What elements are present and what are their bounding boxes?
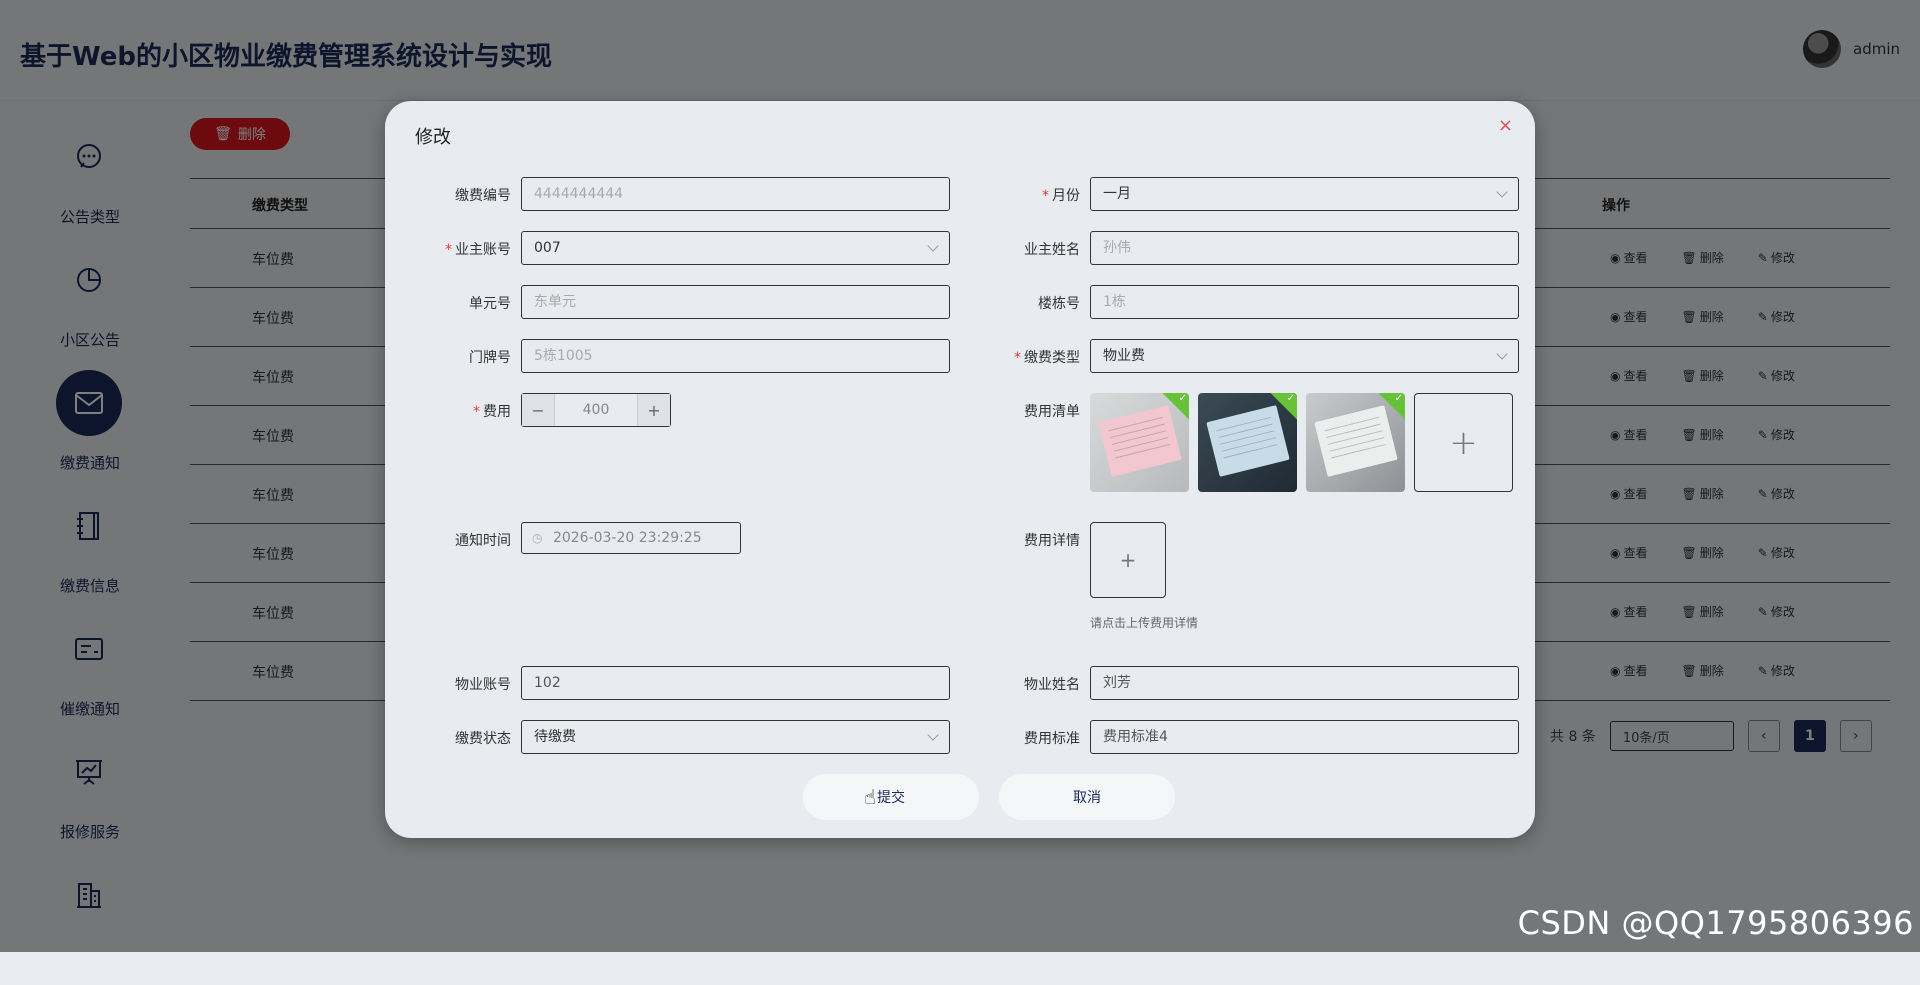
owner-name-field: 业主姓名 孙伟 <box>1024 231 1519 265</box>
month-label-wrap: * 月份 <box>1042 185 1080 205</box>
property-account-field: 物业账号 102 <box>455 666 950 700</box>
cancel-button[interactable]: 取消 <box>999 774 1175 820</box>
property-name-field: 物业姓名 刘芳 <box>1024 666 1519 700</box>
fee-no-input[interactable]: 4444444444 <box>521 177 950 211</box>
property-account-input[interactable]: 102 <box>521 666 950 700</box>
pay-status-select[interactable]: 待缴费 <box>521 720 950 754</box>
door-no-label: 门牌号 <box>469 350 511 366</box>
notify-time-label: 通知时间 <box>455 533 511 549</box>
owner-account-label: 业主账号 <box>455 242 511 258</box>
required-mark: * <box>1014 350 1021 366</box>
fee-standard-field: 费用标准 费用标准4 <box>1024 720 1519 754</box>
fee-detail-hint: 请点击上传费用详情 <box>1090 616 1199 630</box>
fee-type-label: 缴费类型 <box>1024 350 1080 366</box>
fee-type-label-wrap: * 缴费类型 <box>1014 347 1080 367</box>
dialog-title: 修改 <box>415 127 451 148</box>
owner-account-value: 007 <box>534 240 561 256</box>
fee-no-label: 缴费编号 <box>455 188 511 204</box>
close-icon[interactable]: × <box>1498 115 1513 136</box>
edit-dialog: 修改 × 缴费编号 4444444444 * 月份 一月 * 业主账号 007 业主… <box>385 101 1535 838</box>
fee-detail-upload-button[interactable]: + <box>1090 522 1166 598</box>
check-icon: ✓ <box>1286 393 1295 404</box>
month-value: 一月 <box>1103 186 1131 202</box>
fee-label: 费用 <box>483 404 511 420</box>
required-mark: * <box>1042 188 1049 204</box>
chevron-down-icon <box>1496 348 1508 360</box>
fee-list-upload-button[interactable]: + <box>1414 393 1513 492</box>
increment-button[interactable]: + <box>637 394 670 426</box>
fee-list-field: 费用清单 ✓ ✓ ✓ + <box>1024 393 1519 492</box>
month-field: * 月份 一月 <box>1042 177 1519 211</box>
owner-account-label-wrap: * 业主账号 <box>445 239 511 259</box>
fee-type-select[interactable]: 物业费 <box>1090 339 1519 373</box>
building-no-input[interactable]: 1栋 <box>1090 285 1519 319</box>
chevron-down-icon <box>927 240 939 252</box>
check-icon: ✓ <box>1178 393 1187 404</box>
notify-time-field: 通知时间 ◷ 2026-03-20 23:29:25 <box>455 522 741 556</box>
fee-list-label: 费用清单 <box>1024 404 1080 420</box>
month-label: 月份 <box>1052 188 1080 204</box>
owner-account-select[interactable]: 007 <box>521 231 950 265</box>
unit-no-field: 单元号 东单元 <box>469 285 950 319</box>
property-account-label: 物业账号 <box>455 677 511 693</box>
fee-standard-input[interactable]: 费用标准4 <box>1090 720 1519 754</box>
door-no-field: 门牌号 5栋1005 <box>469 339 950 373</box>
fee-value[interactable]: 400 <box>555 394 637 426</box>
fee-detail-field: 费用详情 + 请点击上传费用详情 <box>1024 522 1519 632</box>
notify-time-value: 2026-03-20 23:29:25 <box>552 530 702 546</box>
month-select[interactable]: 一月 <box>1090 177 1519 211</box>
fee-label-wrap: * 费用 <box>473 401 511 421</box>
required-mark: * <box>445 242 452 258</box>
property-name-label: 物业姓名 <box>1024 677 1080 693</box>
fee-standard-label: 费用标准 <box>1024 731 1080 747</box>
receipt-image-blue <box>1206 405 1290 477</box>
pay-status-label: 缴费状态 <box>455 731 511 747</box>
fee-field: * 费用 − 400 + <box>473 393 671 427</box>
fee-list-thumbnails: ✓ ✓ ✓ + <box>1090 393 1513 492</box>
building-no-label: 楼栋号 <box>1038 296 1080 312</box>
receipt-image-pink <box>1098 405 1182 477</box>
watermark: CSDN @QQ1795806396 <box>1517 904 1914 942</box>
receipt-thumbnail[interactable]: ✓ <box>1306 393 1405 492</box>
fee-stepper[interactable]: − 400 + <box>521 393 671 427</box>
owner-name-label: 业主姓名 <box>1024 242 1080 258</box>
building-no-field: 楼栋号 1栋 <box>1038 285 1519 319</box>
unit-no-label: 单元号 <box>469 296 511 312</box>
hand-cursor-icon: ☝ <box>864 785 877 809</box>
pay-status-field: 缴费状态 待缴费 <box>455 720 950 754</box>
receipt-image-white <box>1314 405 1398 477</box>
fee-detail-label: 费用详情 <box>1024 533 1080 549</box>
owner-name-input[interactable]: 孙伟 <box>1090 231 1519 265</box>
check-icon: ✓ <box>1394 393 1403 404</box>
owner-account-field: * 业主账号 007 <box>445 231 950 265</box>
receipt-thumbnail[interactable]: ✓ <box>1090 393 1189 492</box>
fee-type-field: * 缴费类型 物业费 <box>1014 339 1519 373</box>
chevron-down-icon <box>927 729 939 741</box>
unit-no-input[interactable]: 东单元 <box>521 285 950 319</box>
required-mark: * <box>473 404 480 420</box>
fee-no-field: 缴费编号 4444444444 <box>455 177 950 211</box>
receipt-thumbnail[interactable]: ✓ <box>1198 393 1297 492</box>
property-name-input[interactable]: 刘芳 <box>1090 666 1519 700</box>
notify-time-picker[interactable]: ◷ 2026-03-20 23:29:25 <box>521 522 741 554</box>
fee-type-value: 物业费 <box>1103 348 1145 364</box>
clock-icon: ◷ <box>532 531 543 545</box>
door-no-input[interactable]: 5栋1005 <box>521 339 950 373</box>
chevron-down-icon <box>1496 186 1508 198</box>
submit-button[interactable]: 提交 <box>803 774 979 820</box>
decrement-button[interactable]: − <box>522 394 555 426</box>
pay-status-value: 待缴费 <box>534 729 576 745</box>
